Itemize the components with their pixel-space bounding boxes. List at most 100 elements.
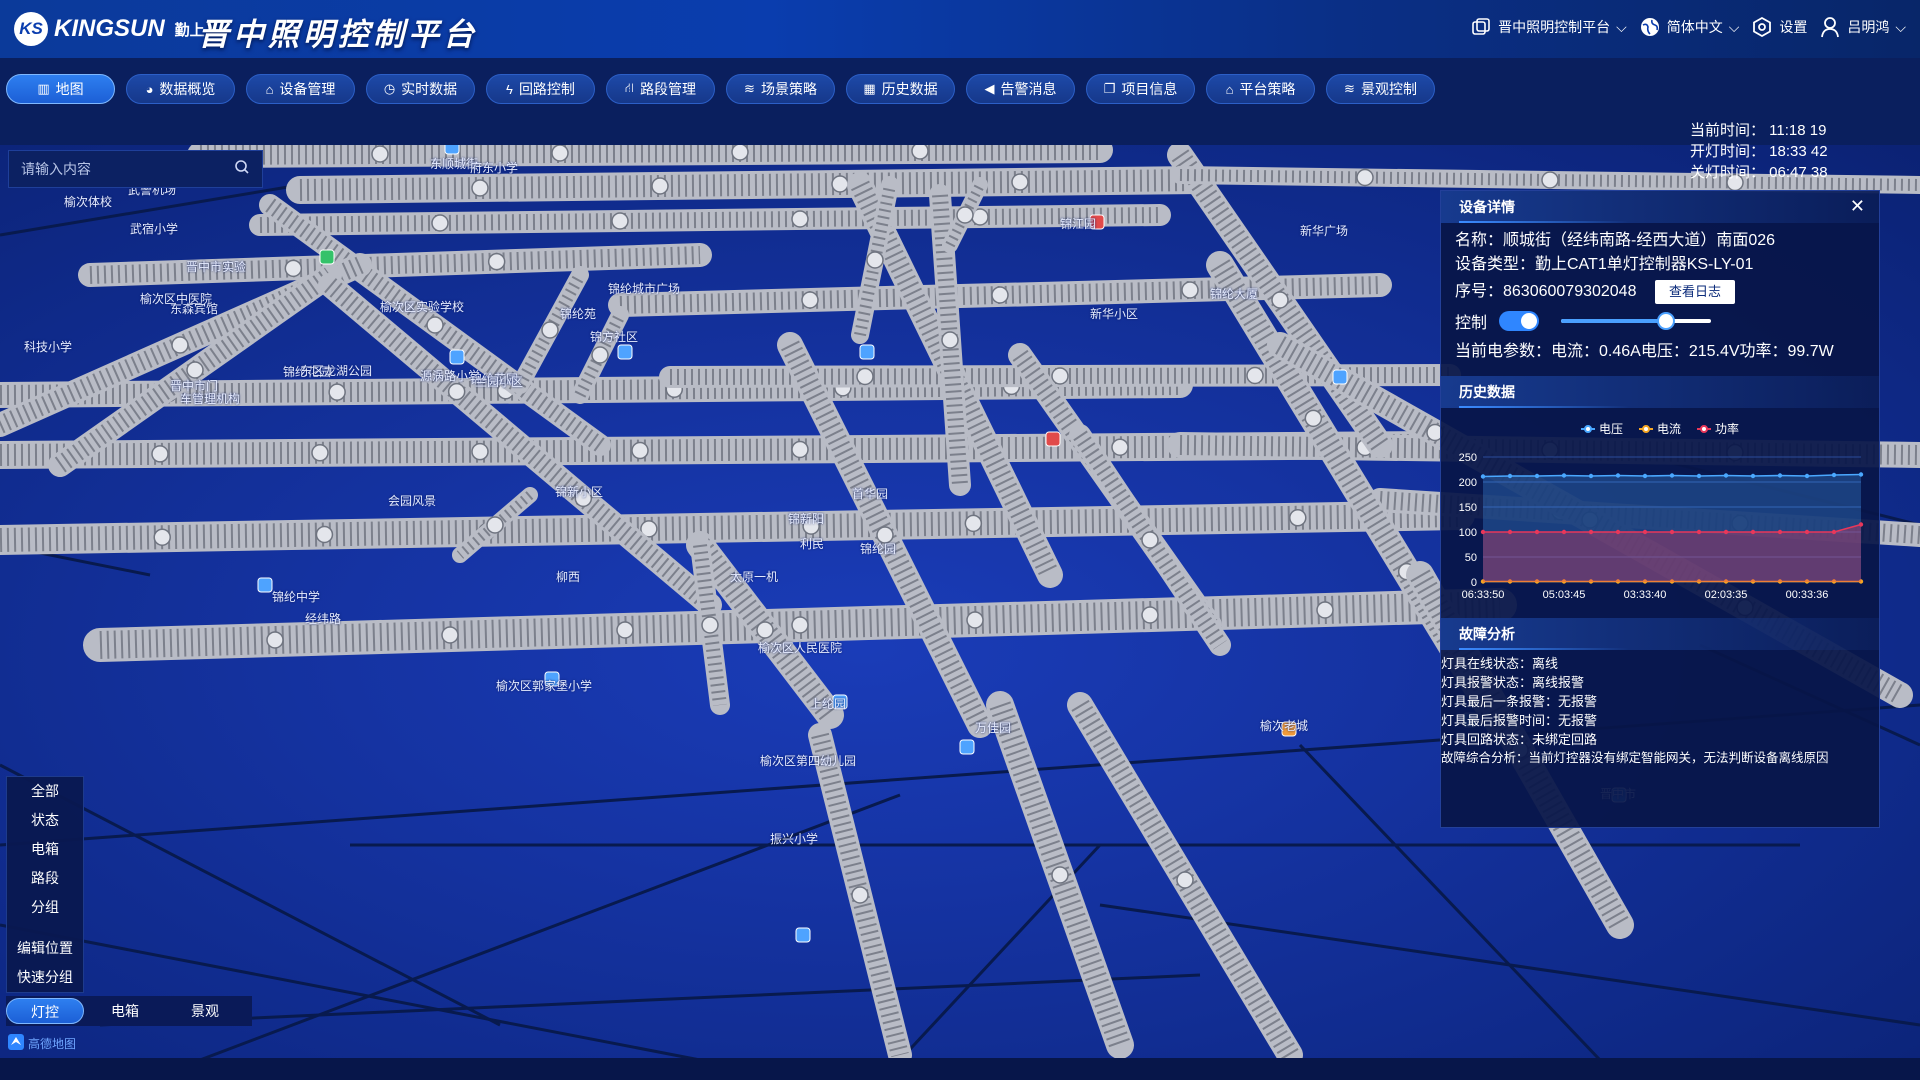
street-light-marker[interactable]	[631, 441, 649, 460]
street-light-marker[interactable]	[1289, 509, 1307, 527]
tab-clock[interactable]: ◷ 实时数据	[366, 74, 475, 104]
filter-all[interactable]: 全部	[7, 777, 83, 806]
street-light-marker[interactable]	[151, 445, 169, 463]
map-poi-icon[interactable]	[617, 344, 633, 360]
tab-table[interactable]: ▦ 历史数据	[846, 74, 955, 104]
street-light-marker[interactable]	[1304, 409, 1323, 428]
tab-landscape[interactable]: 景观	[166, 998, 244, 1024]
street-light-marker[interactable]	[1246, 366, 1264, 385]
tab-layers[interactable]: ≋ 场景策略	[726, 74, 835, 104]
street-light-marker[interactable]	[791, 440, 809, 459]
street-light-marker[interactable]	[991, 286, 1009, 304]
filter-status[interactable]: 状态	[7, 806, 83, 835]
map-poi-icon[interactable]	[257, 577, 273, 593]
map-poi-icon[interactable]	[319, 249, 335, 265]
tab-map[interactable]: ▥ 地图	[6, 74, 115, 104]
street-light-marker[interactable]	[311, 444, 329, 462]
street-light-marker[interactable]	[266, 631, 284, 649]
legend-item[interactable]: 电流	[1638, 420, 1681, 437]
street-light-marker[interactable]	[371, 145, 389, 163]
filter-box[interactable]: 电箱	[7, 835, 83, 864]
street-light-marker[interactable]	[964, 514, 983, 533]
close-icon[interactable]: ✕	[1850, 197, 1865, 215]
street-light-marker[interactable]	[171, 336, 189, 354]
street-light-marker[interactable]	[756, 621, 774, 639]
street-light-marker[interactable]	[471, 179, 489, 197]
map-poi-icon[interactable]	[449, 349, 465, 365]
street-light-marker[interactable]	[616, 621, 634, 639]
street-light-marker[interactable]	[1051, 367, 1069, 385]
street-light-marker[interactable]	[487, 252, 506, 271]
street-light-marker[interactable]	[1011, 173, 1029, 191]
tab-electric-box[interactable]: 电箱	[86, 998, 164, 1024]
street-light-marker[interactable]	[441, 626, 459, 644]
user-menu[interactable]: 吕明鸿 ⌵	[1819, 16, 1906, 38]
map-poi-icon[interactable]	[444, 145, 460, 155]
street-light-marker[interactable]	[426, 316, 444, 334]
street-light-marker[interactable]	[1541, 171, 1559, 189]
street-light-marker[interactable]	[541, 321, 559, 339]
street-light-marker[interactable]	[856, 367, 874, 386]
street-light-marker[interactable]	[731, 145, 749, 161]
tab-bolt[interactable]: ϟ 回路控制	[486, 74, 595, 104]
street-light-marker[interactable]	[328, 383, 346, 401]
street-light-marker[interactable]	[611, 212, 629, 230]
street-light-marker[interactable]	[1141, 531, 1159, 549]
street-light-marker[interactable]	[701, 616, 719, 634]
street-light-marker[interactable]	[651, 177, 669, 195]
tab-platform[interactable]: ⌂ 平台策略	[1206, 74, 1315, 104]
tab-copy[interactable]: ❐ 项目信息	[1086, 74, 1195, 104]
map-poi-icon[interactable]	[859, 344, 875, 360]
street-light-marker[interactable]	[1181, 281, 1199, 299]
street-light-marker[interactable]	[284, 259, 303, 278]
street-light-marker[interactable]	[801, 291, 819, 309]
legend-item[interactable]: 电压	[1580, 420, 1623, 437]
street-light-marker[interactable]	[1356, 168, 1374, 187]
settings-button[interactable]: 设置	[1751, 16, 1807, 38]
street-light-marker[interactable]	[911, 145, 929, 160]
map-poi-icon[interactable]	[1332, 369, 1348, 385]
quick-group-button[interactable]: 快速分组	[7, 963, 83, 992]
street-light-marker[interactable]	[1141, 606, 1159, 624]
filter-road[interactable]: 路段	[7, 864, 83, 893]
tab-landscape[interactable]: ≋ 景观控制	[1326, 74, 1435, 104]
view-log-button[interactable]: 查看日志	[1654, 280, 1735, 304]
street-light-marker[interactable]	[851, 886, 869, 904]
edit-position-button[interactable]: 编辑位置	[7, 934, 83, 963]
street-light-marker[interactable]	[486, 516, 504, 534]
map-poi-icon[interactable]	[795, 927, 811, 943]
tab-speaker[interactable]: ◀ 告警消息	[966, 74, 1075, 104]
street-light-marker[interactable]	[447, 382, 466, 401]
platform-select[interactable]: 晋中照明控制平台 ⌵	[1470, 16, 1627, 38]
street-light-marker[interactable]	[153, 528, 171, 546]
street-light-marker[interactable]	[831, 175, 849, 193]
street-light-marker[interactable]	[431, 214, 449, 232]
power-toggle[interactable]	[1499, 311, 1540, 332]
brightness-slider[interactable]	[1561, 312, 1712, 331]
map-poi-icon[interactable]	[1045, 431, 1061, 447]
street-light-marker[interactable]	[956, 206, 974, 224]
language-select[interactable]: 简体中文 ⌵	[1639, 16, 1739, 38]
street-light-marker[interactable]	[791, 210, 809, 228]
street-light-marker[interactable]	[941, 331, 959, 349]
street-light-marker[interactable]	[1176, 871, 1194, 889]
street-light-marker[interactable]	[1051, 866, 1069, 884]
street-light-marker[interactable]	[1271, 291, 1289, 309]
tab-road[interactable]: ⛙ 路段管理	[606, 74, 715, 104]
street-light-marker[interactable]	[591, 346, 609, 364]
tab-light-control[interactable]: 灯控	[6, 998, 84, 1024]
street-light-marker[interactable]	[966, 611, 984, 629]
street-light-marker[interactable]	[791, 616, 809, 634]
slider-handle[interactable]	[1657, 312, 1676, 331]
search-icon[interactable]	[234, 159, 250, 180]
street-light-marker[interactable]	[186, 361, 204, 379]
filter-group-item[interactable]: 分组	[7, 893, 83, 922]
street-light-marker[interactable]	[551, 145, 569, 162]
street-light-marker[interactable]	[315, 525, 334, 544]
street-light-marker[interactable]	[1316, 601, 1334, 619]
tab-device[interactable]: ⌂ 设备管理	[246, 74, 355, 104]
street-light-marker[interactable]	[866, 251, 884, 269]
search-input[interactable]	[21, 161, 234, 177]
street-light-marker[interactable]	[1111, 438, 1129, 456]
map-poi-icon[interactable]	[959, 739, 975, 755]
